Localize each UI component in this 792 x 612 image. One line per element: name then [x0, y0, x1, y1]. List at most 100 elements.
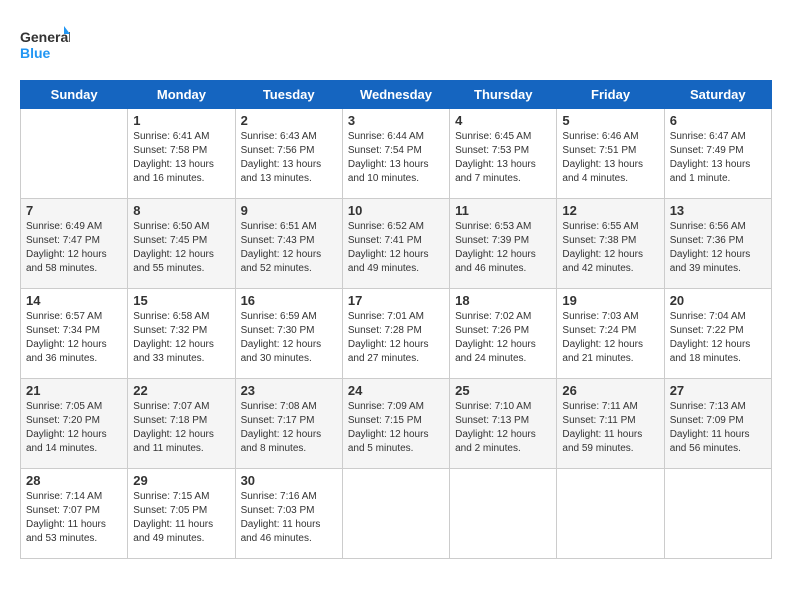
logo: GeneralBlue: [20, 20, 70, 64]
cell-sun-info: Sunrise: 6:57 AM Sunset: 7:34 PM Dayligh…: [26, 310, 122, 366]
date-number: 25: [455, 383, 551, 398]
calendar-cell: 26Sunrise: 7:11 AM Sunset: 7:11 PM Dayli…: [557, 379, 664, 469]
calendar-cell: 22 Sunrise: 7:07 AM Sunset: 7:18 PM Dayli…: [128, 379, 235, 469]
svg-text:General: General: [20, 29, 70, 45]
calendar-week-5: 28 Sunrise: 7:14 AM Sunset: 7:07 PM Dayli…: [21, 469, 772, 559]
date-number: 10: [348, 203, 444, 218]
cell-sun-info: Sunrise: 6:45 AM Sunset: 7:53 PM Dayligh…: [455, 130, 551, 186]
date-number: 24: [348, 383, 444, 398]
calendar-cell: 7 Sunrise: 6:49 AM Sunset: 7:47 PM Daylig…: [21, 199, 128, 289]
calendar-cell: 20 Sunrise: 7:04 AM Sunset: 7:22 PM Dayli…: [664, 289, 771, 379]
day-header-row: SundayMondayTuesdayWednesdayThursdayFrid…: [21, 81, 772, 109]
day-header-tuesday: Tuesday: [235, 81, 342, 109]
date-number: 13: [670, 203, 766, 218]
calendar-cell: 30Sunrise: 7:16 AM Sunset: 7:03 PM Dayli…: [235, 469, 342, 559]
cell-sun-info: Sunrise: 7:02 AM Sunset: 7:26 PM Dayligh…: [455, 310, 551, 366]
cell-sun-info: Sunrise: 7:07 AM Sunset: 7:18 PM Dayligh…: [133, 400, 229, 456]
date-number: 5: [562, 113, 658, 128]
calendar-cell: 27 Sunrise: 7:13 AM Sunset: 7:09 PM Dayli…: [664, 379, 771, 469]
date-number: 17: [348, 293, 444, 308]
date-number: 4: [455, 113, 551, 128]
date-number: 19: [562, 293, 658, 308]
date-number: 3: [348, 113, 444, 128]
cell-sun-info: Sunrise: 6:58 AM Sunset: 7:32 PM Dayligh…: [133, 310, 229, 366]
calendar-cell: 28 Sunrise: 7:14 AM Sunset: 7:07 PM Dayli…: [21, 469, 128, 559]
cell-sun-info: Sunrise: 7:13 AM Sunset: 7:09 PM Dayligh…: [670, 400, 766, 456]
calendar-cell: 13Sunrise: 6:56 AM Sunset: 7:36 PM Dayli…: [664, 199, 771, 289]
calendar-cell: 11 Sunrise: 6:53 AM Sunset: 7:39 PM Dayli…: [450, 199, 557, 289]
calendar-cell: [450, 469, 557, 559]
day-header-monday: Monday: [128, 81, 235, 109]
date-number: 29: [133, 473, 229, 488]
cell-sun-info: Sunrise: 7:05 AM Sunset: 7:20 PM Dayligh…: [26, 400, 122, 456]
cell-sun-info: Sunrise: 6:41 AM Sunset: 7:58 PM Dayligh…: [133, 130, 229, 186]
cell-sun-info: Sunrise: 7:14 AM Sunset: 7:07 PM Dayligh…: [26, 490, 122, 546]
calendar-cell: 15 Sunrise: 6:58 AM Sunset: 7:32 PM Dayli…: [128, 289, 235, 379]
date-number: 6: [670, 113, 766, 128]
cell-sun-info: Sunrise: 6:55 AM Sunset: 7:38 PM Dayligh…: [562, 220, 658, 276]
calendar-cell: [664, 469, 771, 559]
calendar-cell: 21 Sunrise: 7:05 AM Sunset: 7:20 PM Dayli…: [21, 379, 128, 469]
cell-sun-info: Sunrise: 6:50 AM Sunset: 7:45 PM Dayligh…: [133, 220, 229, 276]
date-number: 8: [133, 203, 229, 218]
day-header-thursday: Thursday: [450, 81, 557, 109]
calendar-cell: 1Sunrise: 6:41 AM Sunset: 7:58 PM Daylig…: [128, 109, 235, 199]
date-number: 27: [670, 383, 766, 398]
cell-sun-info: Sunrise: 7:01 AM Sunset: 7:28 PM Dayligh…: [348, 310, 444, 366]
date-number: 15: [133, 293, 229, 308]
date-number: 7: [26, 203, 122, 218]
calendar-cell: 19 Sunrise: 7:03 AM Sunset: 7:24 PM Dayli…: [557, 289, 664, 379]
calendar-week-1: 1Sunrise: 6:41 AM Sunset: 7:58 PM Daylig…: [21, 109, 772, 199]
calendar-cell: 5Sunrise: 6:46 AM Sunset: 7:51 PM Daylig…: [557, 109, 664, 199]
cell-sun-info: Sunrise: 7:04 AM Sunset: 7:22 PM Dayligh…: [670, 310, 766, 366]
day-header-saturday: Saturday: [664, 81, 771, 109]
cell-sun-info: Sunrise: 6:43 AM Sunset: 7:56 PM Dayligh…: [241, 130, 337, 186]
date-number: 26: [562, 383, 658, 398]
date-number: 22: [133, 383, 229, 398]
calendar-cell: [342, 469, 449, 559]
calendar-cell: [557, 469, 664, 559]
cell-sun-info: Sunrise: 7:10 AM Sunset: 7:13 PM Dayligh…: [455, 400, 551, 456]
day-header-sunday: Sunday: [21, 81, 128, 109]
calendar-table: SundayMondayTuesdayWednesdayThursdayFrid…: [20, 80, 772, 559]
cell-sun-info: Sunrise: 6:52 AM Sunset: 7:41 PM Dayligh…: [348, 220, 444, 276]
calendar-cell: 24 Sunrise: 7:09 AM Sunset: 7:15 PM Dayli…: [342, 379, 449, 469]
date-number: 30: [241, 473, 337, 488]
calendar-cell: 18 Sunrise: 7:02 AM Sunset: 7:26 PM Dayli…: [450, 289, 557, 379]
cell-sun-info: Sunrise: 6:51 AM Sunset: 7:43 PM Dayligh…: [241, 220, 337, 276]
cell-sun-info: Sunrise: 7:03 AM Sunset: 7:24 PM Dayligh…: [562, 310, 658, 366]
calendar-cell: 29 Sunrise: 7:15 AM Sunset: 7:05 PM Dayli…: [128, 469, 235, 559]
calendar-cell: 16Sunrise: 6:59 AM Sunset: 7:30 PM Dayli…: [235, 289, 342, 379]
cell-sun-info: Sunrise: 6:53 AM Sunset: 7:39 PM Dayligh…: [455, 220, 551, 276]
date-number: 14: [26, 293, 122, 308]
calendar-cell: 3 Sunrise: 6:44 AM Sunset: 7:54 PM Daylig…: [342, 109, 449, 199]
cell-sun-info: Sunrise: 6:59 AM Sunset: 7:30 PM Dayligh…: [241, 310, 337, 366]
calendar-week-4: 21 Sunrise: 7:05 AM Sunset: 7:20 PM Dayli…: [21, 379, 772, 469]
cell-sun-info: Sunrise: 6:44 AM Sunset: 7:54 PM Dayligh…: [348, 130, 444, 186]
cell-sun-info: Sunrise: 7:15 AM Sunset: 7:05 PM Dayligh…: [133, 490, 229, 546]
date-number: 20: [670, 293, 766, 308]
date-number: 11: [455, 203, 551, 218]
date-number: 28: [26, 473, 122, 488]
cell-sun-info: Sunrise: 7:08 AM Sunset: 7:17 PM Dayligh…: [241, 400, 337, 456]
calendar-cell: 10 Sunrise: 6:52 AM Sunset: 7:41 PM Dayli…: [342, 199, 449, 289]
day-header-friday: Friday: [557, 81, 664, 109]
calendar-week-2: 7 Sunrise: 6:49 AM Sunset: 7:47 PM Daylig…: [21, 199, 772, 289]
date-number: 21: [26, 383, 122, 398]
calendar-cell: 4 Sunrise: 6:45 AM Sunset: 7:53 PM Daylig…: [450, 109, 557, 199]
calendar-cell: 12Sunrise: 6:55 AM Sunset: 7:38 PM Dayli…: [557, 199, 664, 289]
calendar-cell: 6Sunrise: 6:47 AM Sunset: 7:49 PM Daylig…: [664, 109, 771, 199]
calendar-cell: 8 Sunrise: 6:50 AM Sunset: 7:45 PM Daylig…: [128, 199, 235, 289]
calendar-cell: 14 Sunrise: 6:57 AM Sunset: 7:34 PM Dayli…: [21, 289, 128, 379]
calendar-cell: 2Sunrise: 6:43 AM Sunset: 7:56 PM Daylig…: [235, 109, 342, 199]
calendar-cell: 9Sunrise: 6:51 AM Sunset: 7:43 PM Daylig…: [235, 199, 342, 289]
date-number: 18: [455, 293, 551, 308]
date-number: 23: [241, 383, 337, 398]
calendar-cell: 23 Sunrise: 7:08 AM Sunset: 7:17 PM Dayli…: [235, 379, 342, 469]
calendar-week-3: 14 Sunrise: 6:57 AM Sunset: 7:34 PM Dayli…: [21, 289, 772, 379]
day-header-wednesday: Wednesday: [342, 81, 449, 109]
header: GeneralBlue: [20, 20, 772, 64]
cell-sun-info: Sunrise: 6:49 AM Sunset: 7:47 PM Dayligh…: [26, 220, 122, 276]
cell-sun-info: Sunrise: 7:09 AM Sunset: 7:15 PM Dayligh…: [348, 400, 444, 456]
calendar-cell: 17 Sunrise: 7:01 AM Sunset: 7:28 PM Dayli…: [342, 289, 449, 379]
